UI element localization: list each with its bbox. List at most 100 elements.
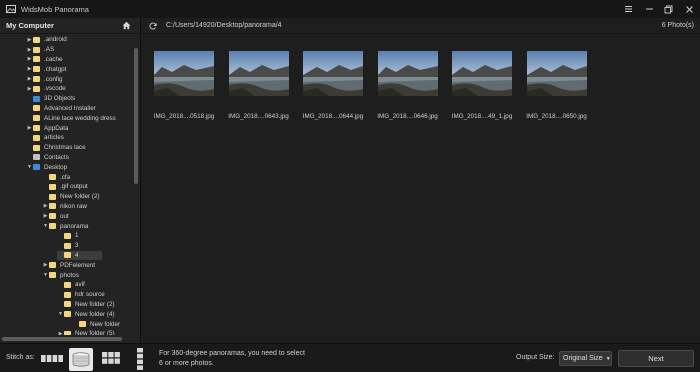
folder-icon (33, 105, 40, 112)
tree-item-label: Contacts (44, 153, 69, 161)
next-button[interactable]: Next (618, 350, 694, 367)
expand-down-icon[interactable]: ▼ (42, 272, 49, 278)
expand-down-icon[interactable]: ▼ (26, 164, 33, 170)
tree-item-label: .cfa (60, 173, 71, 181)
tree-item[interactable]: ▶ .chatgpt (26, 64, 67, 74)
tree-item[interactable]: ▶ PDFelement (42, 260, 95, 270)
tree-item[interactable]: New folder (2) (42, 192, 100, 202)
photo-thumbnail[interactable] (526, 51, 587, 96)
photo-thumbnail[interactable] (228, 51, 289, 96)
folder-icon (33, 115, 40, 122)
tree-item-label: New folder (4) (75, 310, 115, 318)
tree-item-label: out (60, 212, 69, 220)
expand-right-icon[interactable]: ▶ (42, 262, 49, 268)
photo-thumbnail[interactable] (452, 51, 512, 96)
folder-icon (64, 242, 71, 249)
title-bar: WidsMob Panorama (0, 0, 700, 18)
tree-item[interactable]: ▼ Desktop (26, 162, 67, 172)
expand-right-icon[interactable]: ▶ (26, 76, 33, 82)
folder-icon (64, 281, 71, 288)
tree-item[interactable]: 3D Objects (26, 94, 75, 104)
tree-item[interactable]: avif (57, 280, 85, 290)
photo-thumbnail[interactable] (377, 51, 438, 96)
expand-right-icon[interactable]: ▶ (42, 203, 49, 209)
photo-count: 6 Photo(s) (661, 22, 694, 29)
tree-item-label: Advanced Installer (44, 104, 96, 112)
tree-item[interactable]: ▶ .android (26, 35, 67, 45)
current-path: C:/Users/14920/Desktop/panorama/4 (166, 22, 282, 29)
tree-item[interactable]: ▼ photos (42, 270, 79, 280)
tree-item-label: .gif output (60, 183, 88, 191)
expand-right-icon[interactable]: ▶ (26, 37, 33, 43)
tree-item[interactable]: New folder (72, 319, 120, 329)
expand-right-icon[interactable]: ▶ (26, 56, 33, 62)
tree-item-label: .chatgpt (44, 65, 67, 73)
tree-item[interactable]: hdr source (57, 290, 105, 300)
stitch-vertical-option[interactable] (134, 347, 146, 371)
tree-item[interactable]: New folder (2) (57, 300, 115, 310)
stitch-as-label: Stitch as: (6, 354, 35, 361)
expand-right-icon[interactable]: ▶ (57, 331, 64, 335)
output-size-select[interactable]: Original Size ▼ (559, 351, 612, 366)
tree-item[interactable]: .cfa (42, 172, 70, 182)
tree-item[interactable]: ▼ panorama (42, 221, 88, 231)
folder-icon (33, 125, 40, 132)
tree-item-label: 4 (75, 251, 79, 259)
tree-item[interactable]: ▶ .config (26, 74, 63, 84)
tree-item[interactable]: ▶ .cache (26, 55, 63, 65)
tree-item-label: photos (60, 271, 79, 279)
folder-icon (64, 301, 71, 308)
stitch-horizontal-option[interactable] (40, 353, 64, 363)
stitch-360-option[interactable] (69, 348, 93, 371)
tree-item-label: 3D Objects (44, 95, 76, 103)
menu-icon[interactable] (617, 0, 639, 18)
tree-item[interactable]: ▶ nikon raw (42, 202, 87, 212)
tree-item[interactable]: 1 (57, 231, 79, 241)
tree-item[interactable]: ▶ New folder (5) (57, 329, 115, 335)
expand-right-icon[interactable]: ▶ (26, 86, 33, 92)
restore-icon[interactable] (657, 0, 679, 18)
tree-item[interactable]: Advanced Installer (26, 104, 96, 114)
sidebar: My Computer ▶ .android ▶ .AS ▶ .cache ▶ .chatgp… (0, 18, 141, 343)
tree-item[interactable]: articles (26, 133, 64, 143)
photo-thumbnail[interactable] (154, 51, 214, 96)
tree-item-label: .android (44, 36, 67, 44)
folder-icon (33, 154, 40, 161)
tree-item[interactable]: ▶ .AS (26, 45, 55, 55)
photo-filename: IMG_2018....0646.jpg (377, 113, 438, 120)
output-size-value: Original Size (563, 355, 603, 362)
folder-icon (64, 330, 71, 335)
photo-thumbnail[interactable] (303, 51, 363, 96)
expand-down-icon[interactable]: ▼ (57, 311, 64, 317)
tree-item[interactable]: ▼ New folder (4) (57, 309, 115, 319)
folder-icon (49, 213, 56, 220)
expand-down-icon[interactable]: ▼ (42, 223, 49, 229)
sidebar-horizontal-scrollbar[interactable] (2, 337, 122, 341)
tree-item[interactable]: .gif output (42, 182, 88, 192)
expand-right-icon[interactable]: ▶ (26, 47, 33, 53)
sidebar-header: My Computer (0, 18, 140, 34)
stitch-grid-option[interactable] (101, 351, 121, 365)
refresh-icon[interactable] (149, 22, 157, 30)
folder-icon (64, 291, 71, 298)
tree-item[interactable]: ▶ AppData (26, 123, 69, 133)
close-icon[interactable] (678, 0, 700, 18)
expand-right-icon[interactable]: ▶ (42, 213, 49, 219)
folder-icon (49, 193, 56, 200)
tree-item[interactable]: ALine lace wedding dress (26, 113, 116, 123)
folder-icon (64, 252, 71, 259)
folder-icon (64, 232, 71, 239)
tree-item[interactable]: Christmas lace (26, 143, 86, 153)
folder-icon (49, 203, 56, 210)
tree-item[interactable]: ▶ out (42, 211, 69, 221)
tree-item-label: Christmas lace (44, 144, 86, 152)
tree-item[interactable]: 4 (57, 250, 102, 261)
tree-item[interactable]: Contacts (26, 153, 69, 163)
expand-right-icon[interactable]: ▶ (26, 66, 33, 72)
tree-item[interactable]: ▶ .vscode (26, 84, 66, 94)
home-icon[interactable] (122, 21, 131, 30)
expand-right-icon[interactable]: ▶ (26, 125, 33, 131)
folder-icon (79, 321, 86, 328)
tree-item[interactable]: 3 (57, 241, 79, 251)
sidebar-vertical-scrollbar[interactable] (134, 48, 138, 184)
